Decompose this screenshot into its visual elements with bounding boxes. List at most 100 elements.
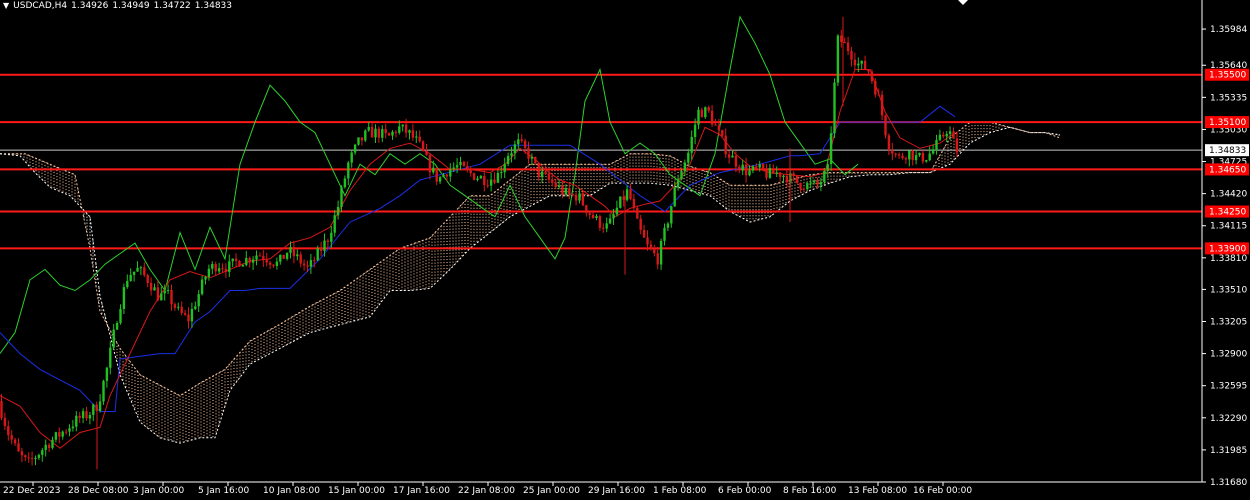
candle-body — [727, 154, 731, 158]
candle-body — [523, 140, 527, 148]
candle-body — [384, 129, 387, 134]
price-tick-label: 1.35335 — [1210, 93, 1247, 103]
price-tick-label: 1.35984 — [1210, 25, 1247, 35]
candle-body — [58, 432, 61, 437]
candle-body — [7, 426, 10, 436]
candle-body — [319, 248, 323, 251]
candle-body — [612, 214, 615, 219]
candle-body — [415, 136, 418, 138]
candle-body — [581, 193, 585, 206]
candle-body — [795, 176, 799, 183]
price-tick-label: 1.34420 — [1210, 190, 1247, 200]
candle-body — [149, 283, 153, 291]
candle-body — [591, 214, 595, 219]
triangle-down-icon[interactable]: ▼ — [3, 1, 9, 10]
candle-body — [938, 134, 942, 140]
candle-body — [374, 128, 377, 138]
candle-body — [693, 124, 697, 137]
candle-body — [109, 347, 112, 368]
candle-body — [353, 144, 357, 153]
candle-body — [517, 139, 520, 145]
candle-body — [258, 255, 262, 257]
candle-body — [561, 185, 564, 195]
candle-body — [945, 133, 948, 137]
candle-body — [245, 257, 248, 265]
candle-body — [102, 380, 105, 402]
candle-body — [105, 367, 109, 381]
candle-body — [632, 198, 636, 208]
close-value: 1.34833 — [194, 1, 232, 11]
candle-body — [772, 168, 775, 174]
candle-body — [816, 180, 819, 185]
candle-body — [211, 263, 214, 269]
candle-body — [755, 166, 758, 168]
candle-body — [313, 260, 316, 262]
candle-body — [442, 174, 445, 178]
candle-body — [381, 129, 384, 138]
candle-body — [391, 131, 394, 136]
candle-body — [126, 280, 129, 288]
candle-body — [649, 244, 653, 250]
time-tick-label: 25 Jan 00:00 — [523, 486, 580, 496]
candle-body — [143, 267, 146, 276]
candle-body — [809, 182, 812, 184]
candle-body — [585, 205, 588, 214]
time-tick-label: 1 Feb 08:00 — [653, 486, 707, 496]
candle-body — [459, 161, 462, 166]
candle-body — [734, 155, 738, 167]
candle-body — [136, 268, 139, 272]
candle-body — [47, 444, 51, 448]
candle-body — [387, 133, 391, 136]
candle-body — [833, 82, 836, 134]
candle-body — [670, 206, 673, 224]
candle-body — [435, 167, 438, 182]
candle-body — [588, 213, 591, 215]
candle-body — [557, 185, 561, 188]
level-price-label: 1.35500 — [1209, 71, 1246, 81]
candle-body — [129, 274, 132, 281]
candle-body — [44, 444, 47, 451]
candle-body — [248, 257, 251, 263]
candle-body — [710, 110, 714, 125]
level-price-label: 1.33900 — [1209, 244, 1246, 254]
low-value: 1.34722 — [153, 1, 191, 11]
candle-body — [88, 414, 92, 419]
candle-body — [197, 294, 200, 307]
candle-body — [194, 306, 197, 310]
candle-body — [952, 131, 955, 139]
candle-body — [207, 268, 211, 277]
candle-body — [217, 268, 221, 272]
candle-body — [840, 35, 843, 42]
candle-body — [92, 404, 95, 415]
candle-body — [571, 194, 574, 196]
candle-body — [81, 411, 85, 418]
candle-body — [180, 306, 183, 314]
candle-body — [302, 263, 306, 266]
candle-body — [829, 133, 833, 165]
candle-body — [61, 431, 64, 437]
candle-body — [836, 35, 840, 83]
candle-body — [717, 125, 721, 131]
candle-body — [483, 175, 486, 186]
candle-body — [653, 249, 656, 254]
candle-body — [265, 259, 268, 263]
candle-body — [411, 130, 415, 138]
kijun-sen-line — [0, 105, 956, 412]
candle-body — [27, 457, 30, 459]
candle-body — [605, 223, 608, 229]
candle-body — [336, 206, 340, 216]
candle-body — [782, 175, 785, 178]
candle-body — [812, 180, 816, 183]
candle-body — [806, 183, 809, 190]
candle-body — [234, 258, 238, 261]
candle-body — [153, 287, 156, 291]
candle-body — [792, 173, 795, 177]
candle-body — [262, 255, 265, 260]
candle-body — [347, 162, 350, 179]
time-tick-label: 17 Jan 16:00 — [393, 486, 450, 496]
price-tick-label: 1.33810 — [1210, 254, 1247, 264]
price-chart[interactable]: 1.359841.356401.353351.350301.347251.344… — [0, 0, 1250, 500]
time-tick-label: 8 Feb 16:00 — [783, 486, 837, 496]
candle-body — [520, 139, 523, 141]
chart-menu-icon[interactable] — [958, 0, 968, 5]
